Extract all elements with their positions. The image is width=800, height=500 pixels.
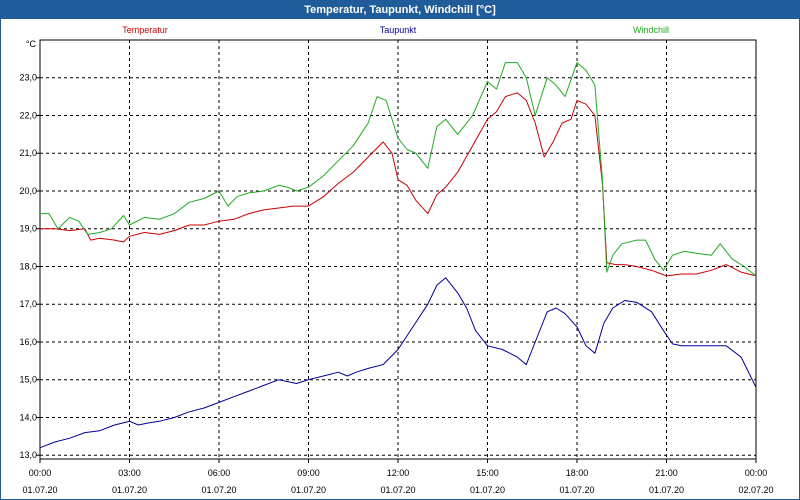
y-tick-label: 14,0 xyxy=(19,412,37,422)
x-tick-date-label: 01.07.20 xyxy=(201,485,236,495)
x-tick-time-label: 21:00 xyxy=(655,468,678,478)
x-tick-date-label: 01.07.20 xyxy=(291,485,326,495)
y-tick-label: 16,0 xyxy=(19,337,37,347)
x-tick-time-label: 00:00 xyxy=(745,468,768,478)
x-tick-date-label: 01.07.20 xyxy=(559,485,594,495)
y-tick-label: 19,0 xyxy=(19,224,37,234)
line-chart: 13,0 14,0 15,0 16,0 17,0 18,0 19,0 20,0 21,0 22,0… xyxy=(19,25,773,495)
x-tick-time-label: 12:00 xyxy=(387,468,410,478)
x-tick-date-label: 01.07.20 xyxy=(112,485,147,495)
y-tick-label: 15,0 xyxy=(19,375,37,385)
y-tick-label: 18,0 xyxy=(19,261,37,271)
y-tick-label: 20,0 xyxy=(19,186,37,196)
y-tick-label: 21,0 xyxy=(19,148,37,158)
y-tick-label: 13,0 xyxy=(19,450,37,460)
x-tick-date-label: 02.07.20 xyxy=(738,485,773,495)
x-tick-time-label: 06:00 xyxy=(208,468,231,478)
x-tick-date-label: 01.07.20 xyxy=(649,485,684,495)
x-tick-date-label: 01.07.20 xyxy=(380,485,415,495)
x-tick-date-label: 01.07.20 xyxy=(470,485,505,495)
y-tick-label: 23,0 xyxy=(19,73,37,83)
x-tick-date-label: 01.07.20 xyxy=(22,485,57,495)
legend-taupunkt: Taupunkt xyxy=(380,25,417,35)
y-tick-label: 22,0 xyxy=(19,110,37,120)
x-tick-time-label: 00:00 xyxy=(29,468,52,478)
y-tick-label: 17,0 xyxy=(19,299,37,309)
legend-windchill: Windchill xyxy=(633,25,669,35)
x-tick-time-label: 09:00 xyxy=(297,468,320,478)
x-tick-time-label: 15:00 xyxy=(476,468,499,478)
legend-temperatur: Temperatur xyxy=(122,25,168,35)
x-tick-time-label: 18:00 xyxy=(566,468,589,478)
y-axis-label: °C xyxy=(26,39,37,49)
chart-window: Temperatur, Taupunkt, Windchill [°C] 13,… xyxy=(0,0,800,500)
x-tick-time-label: 03:00 xyxy=(118,468,141,478)
